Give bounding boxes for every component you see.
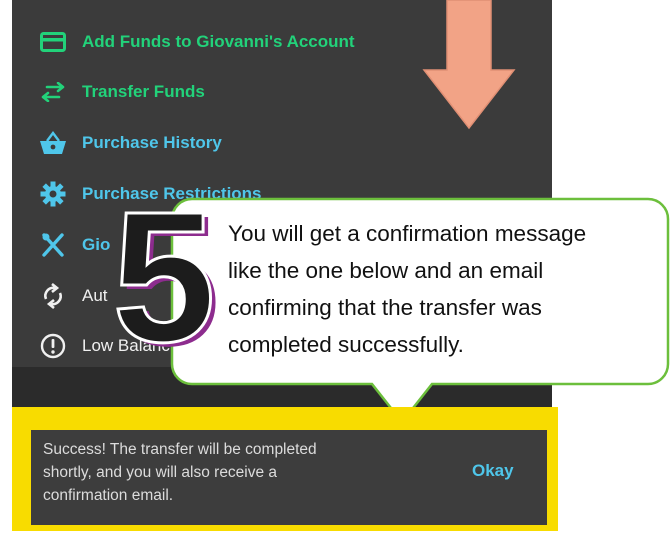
down-arrow-annotation	[422, 0, 516, 130]
callout-line: completed successfully.	[228, 332, 464, 357]
menu-item-label: Purchase History	[82, 133, 222, 152]
refresh-icon	[38, 281, 68, 311]
menu-item-add-funds[interactable]: Add Funds to Giovanni's Account	[38, 22, 355, 62]
basket-icon	[38, 128, 68, 158]
menu-item-label: Gio	[82, 235, 111, 254]
success-message: Success! The transfer will be completed …	[43, 438, 443, 507]
utensils-icon	[38, 230, 68, 260]
menu-item-purchase-history[interactable]: Purchase History	[38, 123, 222, 163]
menu-item-label: Add Funds to Giovanni's Account	[82, 32, 355, 51]
success-message-line: confirmation email.	[43, 487, 174, 504]
menu-item-label: Aut	[82, 286, 108, 305]
svg-text:5: 5	[112, 195, 215, 365]
callout-line: You will get a confirmation message	[228, 221, 587, 246]
success-message-line: Success! The transfer will be completed	[43, 441, 317, 458]
menu-item-transfer-funds[interactable]: Transfer Funds	[38, 72, 205, 112]
transfer-arrows-icon	[38, 77, 68, 107]
okay-button[interactable]: Okay	[472, 461, 514, 481]
callout-line: confirming that the transfer was	[228, 295, 542, 320]
menu-item-giovanni-meals[interactable]: Gio	[38, 225, 110, 265]
step-number: 5 5	[112, 195, 221, 365]
credit-card-icon	[38, 27, 68, 57]
callout-text: You will get a confirmation message like…	[228, 215, 658, 363]
menu-item-auto-reload[interactable]: Aut	[38, 276, 108, 316]
success-highlight-box: Success! The transfer will be completed …	[12, 407, 558, 531]
success-dialog: Success! The transfer will be completed …	[31, 430, 547, 525]
gear-icon	[38, 179, 68, 209]
success-message-line: shortly, and you will also receive a	[43, 464, 278, 481]
callout-line: like the one below and an email	[228, 258, 544, 283]
menu-item-label: Transfer Funds	[82, 82, 205, 101]
alert-circle-icon	[38, 331, 68, 361]
